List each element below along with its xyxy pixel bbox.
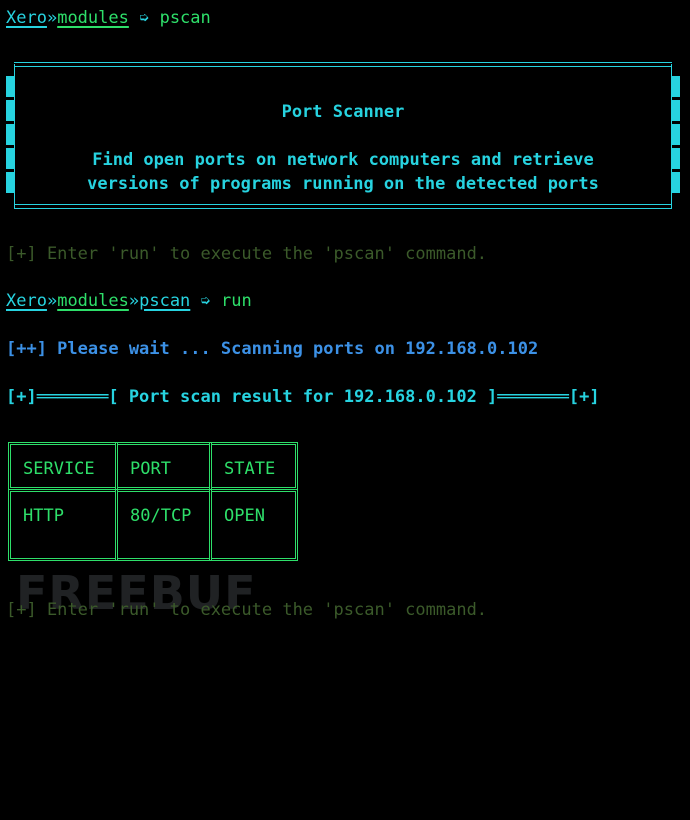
prompt-path: modules bbox=[57, 8, 129, 28]
table-cell-service: HTTP bbox=[8, 489, 118, 561]
prompt-brand: Xero bbox=[6, 8, 47, 28]
table-cell-state: OPEN bbox=[209, 489, 298, 561]
port-scanner-banner: Port Scanner Find open ports on network … bbox=[6, 62, 680, 210]
result-header-line: [+]═══════[ Port scan result for 192.168… bbox=[6, 387, 600, 407]
prompt-separator: » bbox=[46, 8, 58, 28]
banner-bottom-border bbox=[14, 208, 672, 209]
banner-top-border-inner bbox=[14, 66, 672, 67]
hint-line-2: [+] Enter 'run' to execute the 'pscan' c… bbox=[6, 600, 488, 620]
banner-bottom-border-inner bbox=[14, 204, 672, 205]
prompt-brand: Xero bbox=[6, 291, 47, 311]
banner-top-border bbox=[14, 62, 672, 63]
prompt-command: run bbox=[221, 291, 252, 311]
prompt-arrow-icon: ➭ bbox=[128, 8, 160, 28]
table-cell-port: 80/TCP bbox=[115, 489, 212, 561]
banner-description-line-1: Find open ports on network computers and… bbox=[92, 150, 594, 170]
table-header-port: PORT bbox=[115, 442, 212, 490]
prompt-module: pscan bbox=[139, 291, 191, 311]
scan-status-line: [++] Please wait ... Scanning ports on 1… bbox=[6, 339, 539, 359]
prompt-separator: » bbox=[46, 291, 58, 311]
prompt-line-1: Xero»modules ➭ pscan bbox=[6, 8, 211, 28]
prompt-arrow-icon: ➭ bbox=[190, 291, 222, 311]
banner-description-line-2: versions of programs running on the dete… bbox=[87, 174, 599, 194]
prompt-separator: » bbox=[128, 291, 140, 311]
table-header-state: STATE bbox=[209, 442, 298, 490]
prompt-path: modules bbox=[57, 291, 129, 311]
prompt-line-2: Xero»modules»pscan ➭ run bbox=[6, 291, 252, 311]
table-header-service: SERVICE bbox=[8, 442, 118, 490]
banner-title: Port Scanner bbox=[281, 102, 405, 122]
hint-line-1: [+] Enter 'run' to execute the 'pscan' c… bbox=[6, 244, 488, 264]
prompt-command: pscan bbox=[159, 8, 211, 28]
